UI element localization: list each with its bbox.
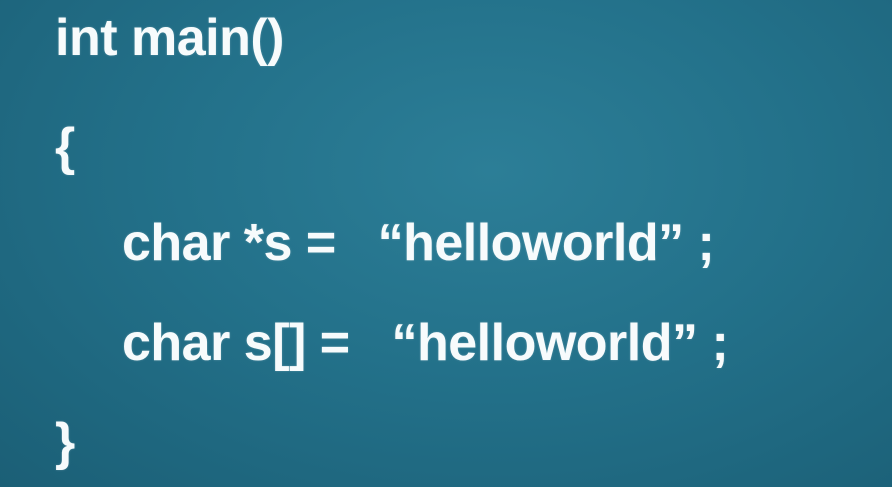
code-line-char-array: char s[] = “helloworld” ; <box>122 314 729 372</box>
code-line-open-brace: { <box>55 118 75 176</box>
code-line-close-brace: } <box>55 413 75 471</box>
chalkboard-slide: int main() { char *s = “helloworld” ; ch… <box>0 0 892 487</box>
code-line-char-pointer: char *s = “helloworld” ; <box>122 214 715 272</box>
code-line-main-signature: int main() <box>55 9 284 67</box>
